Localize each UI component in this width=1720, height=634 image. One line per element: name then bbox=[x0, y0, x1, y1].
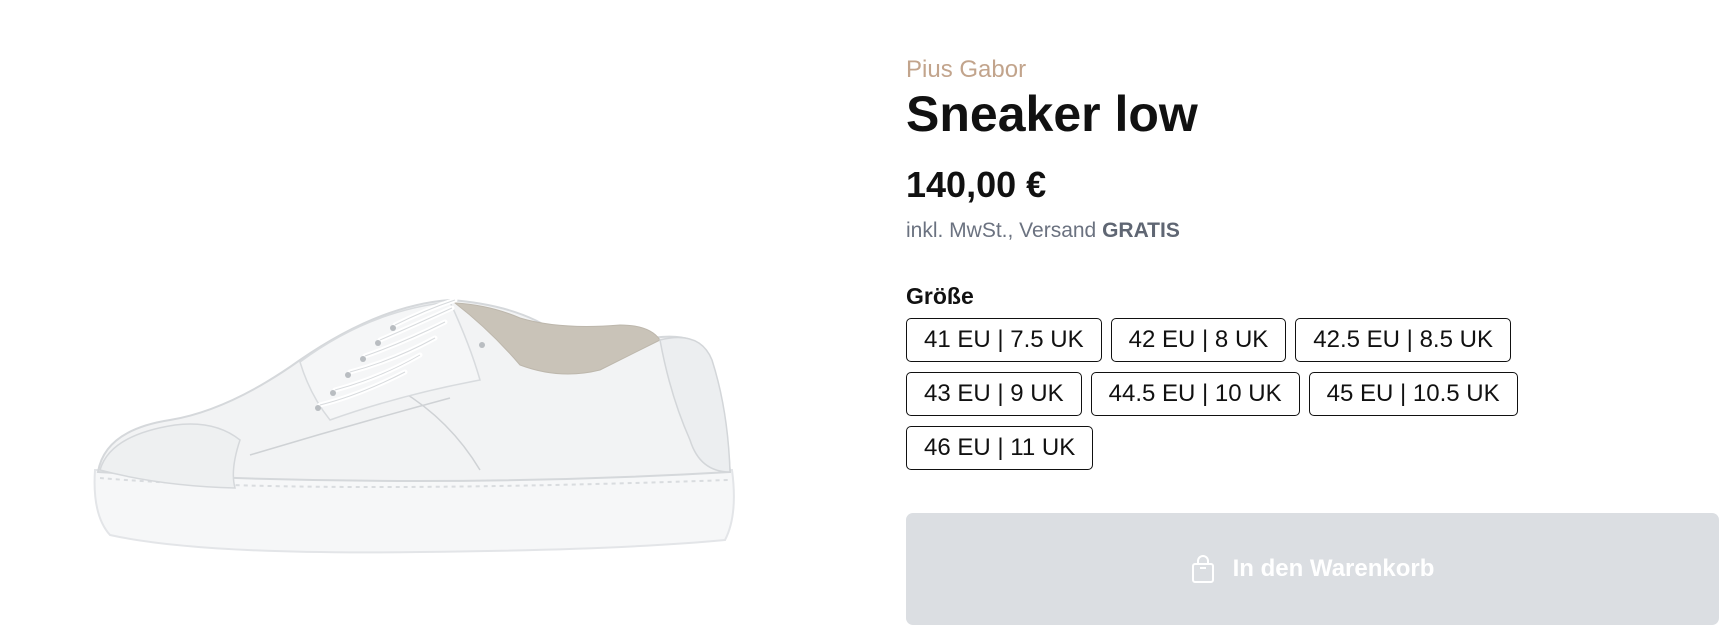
size-label: Größe bbox=[906, 283, 974, 309]
size-option-43[interactable]: 43 EU | 9 UK bbox=[906, 372, 1082, 416]
sneaker-image bbox=[93, 297, 735, 554]
product-info: Pius Gabor Sneaker low 140,00 € inkl. Mw… bbox=[906, 0, 1720, 634]
size-options: 41 EU | 7.5 UK 42 EU | 8 UK 42.5 EU | 8.… bbox=[906, 318, 1626, 480]
tax-note-text: inkl. MwSt., Versand bbox=[906, 219, 1103, 242]
product-image[interactable] bbox=[0, 0, 880, 634]
size-option-46[interactable]: 46 EU | 11 UK bbox=[906, 426, 1094, 470]
size-option-44-5[interactable]: 44.5 EU | 10 UK bbox=[1090, 372, 1300, 416]
size-row: 43 EU | 9 UK 44.5 EU | 10 UK 45 EU | 10.… bbox=[906, 372, 1626, 416]
shopping-bag-icon bbox=[1191, 555, 1214, 583]
add-to-cart-label: In den Warenkorb bbox=[1232, 555, 1435, 582]
free-shipping-badge: GRATIS bbox=[1102, 219, 1180, 242]
product-price: 140,00 € bbox=[906, 164, 1047, 205]
size-option-42[interactable]: 42 EU | 8 UK bbox=[1110, 318, 1287, 362]
add-to-cart-button[interactable]: In den Warenkorb bbox=[906, 513, 1719, 625]
brand-name[interactable]: Pius Gabor bbox=[906, 56, 1026, 84]
size-row: 41 EU | 7.5 UK 42 EU | 8 UK 42.5 EU | 8.… bbox=[906, 318, 1626, 362]
size-row: 46 EU | 11 UK bbox=[906, 426, 1626, 470]
tax-shipping-note: inkl. MwSt., Versand GRATIS bbox=[906, 219, 1180, 243]
size-option-45[interactable]: 45 EU | 10.5 UK bbox=[1308, 372, 1518, 416]
size-option-42-5[interactable]: 42.5 EU | 8.5 UK bbox=[1295, 318, 1511, 362]
product-title: Sneaker low bbox=[906, 86, 1198, 142]
size-option-41[interactable]: 41 EU | 7.5 UK bbox=[906, 318, 1102, 362]
product-page: Pius Gabor Sneaker low 140,00 € inkl. Mw… bbox=[0, 0, 1720, 634]
